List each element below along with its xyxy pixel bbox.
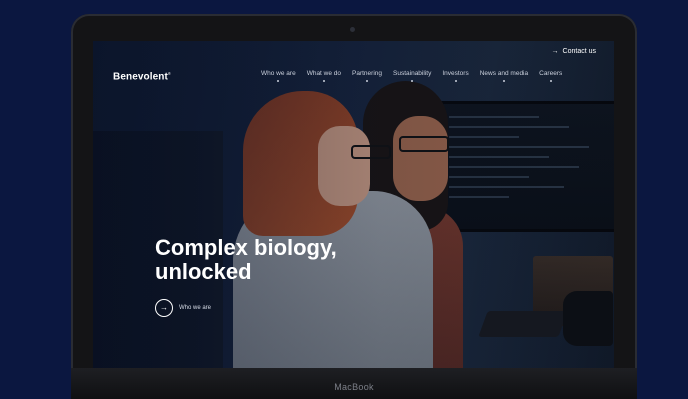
nav-item-partnering[interactable]: Partnering xyxy=(352,70,382,82)
device-label: MacBook xyxy=(334,382,374,392)
laptop-chin: MacBook xyxy=(71,368,637,399)
nav-item-news-and-media[interactable]: News and media xyxy=(480,70,528,82)
hero-title-line-1: Complex biology, xyxy=(155,235,337,260)
nav-item-investors[interactable]: Investors xyxy=(442,70,469,82)
hero-overlay xyxy=(93,41,614,368)
cta-label: Who we are xyxy=(179,305,212,311)
contact-link[interactable]: → Contact us xyxy=(552,48,596,55)
nav-item-careers[interactable]: Careers xyxy=(539,70,562,82)
camera-icon xyxy=(350,27,355,32)
logo-text: Benevolent xyxy=(113,71,168,83)
arrow-right-icon: → xyxy=(551,48,559,55)
laptop-screen: → Contact us Benevolent® Who we are What… xyxy=(93,41,614,368)
nav-item-sustainability[interactable]: Sustainability xyxy=(393,70,431,82)
main-nav: Who we are What we do Partnering Sustain… xyxy=(261,70,562,82)
hero-title-line-2: unlocked xyxy=(155,259,252,284)
nav-item-who-we-are[interactable]: Who we are xyxy=(261,70,296,82)
nav-item-what-we-do[interactable]: What we do xyxy=(307,70,341,82)
who-we-are-button[interactable]: → Who we are xyxy=(155,299,211,317)
contact-label: Contact us xyxy=(562,48,596,55)
arrow-right-icon: → xyxy=(155,299,173,317)
hero-title: Complex biology, unlocked xyxy=(155,236,415,284)
site-logo[interactable]: Benevolent® xyxy=(113,71,171,82)
